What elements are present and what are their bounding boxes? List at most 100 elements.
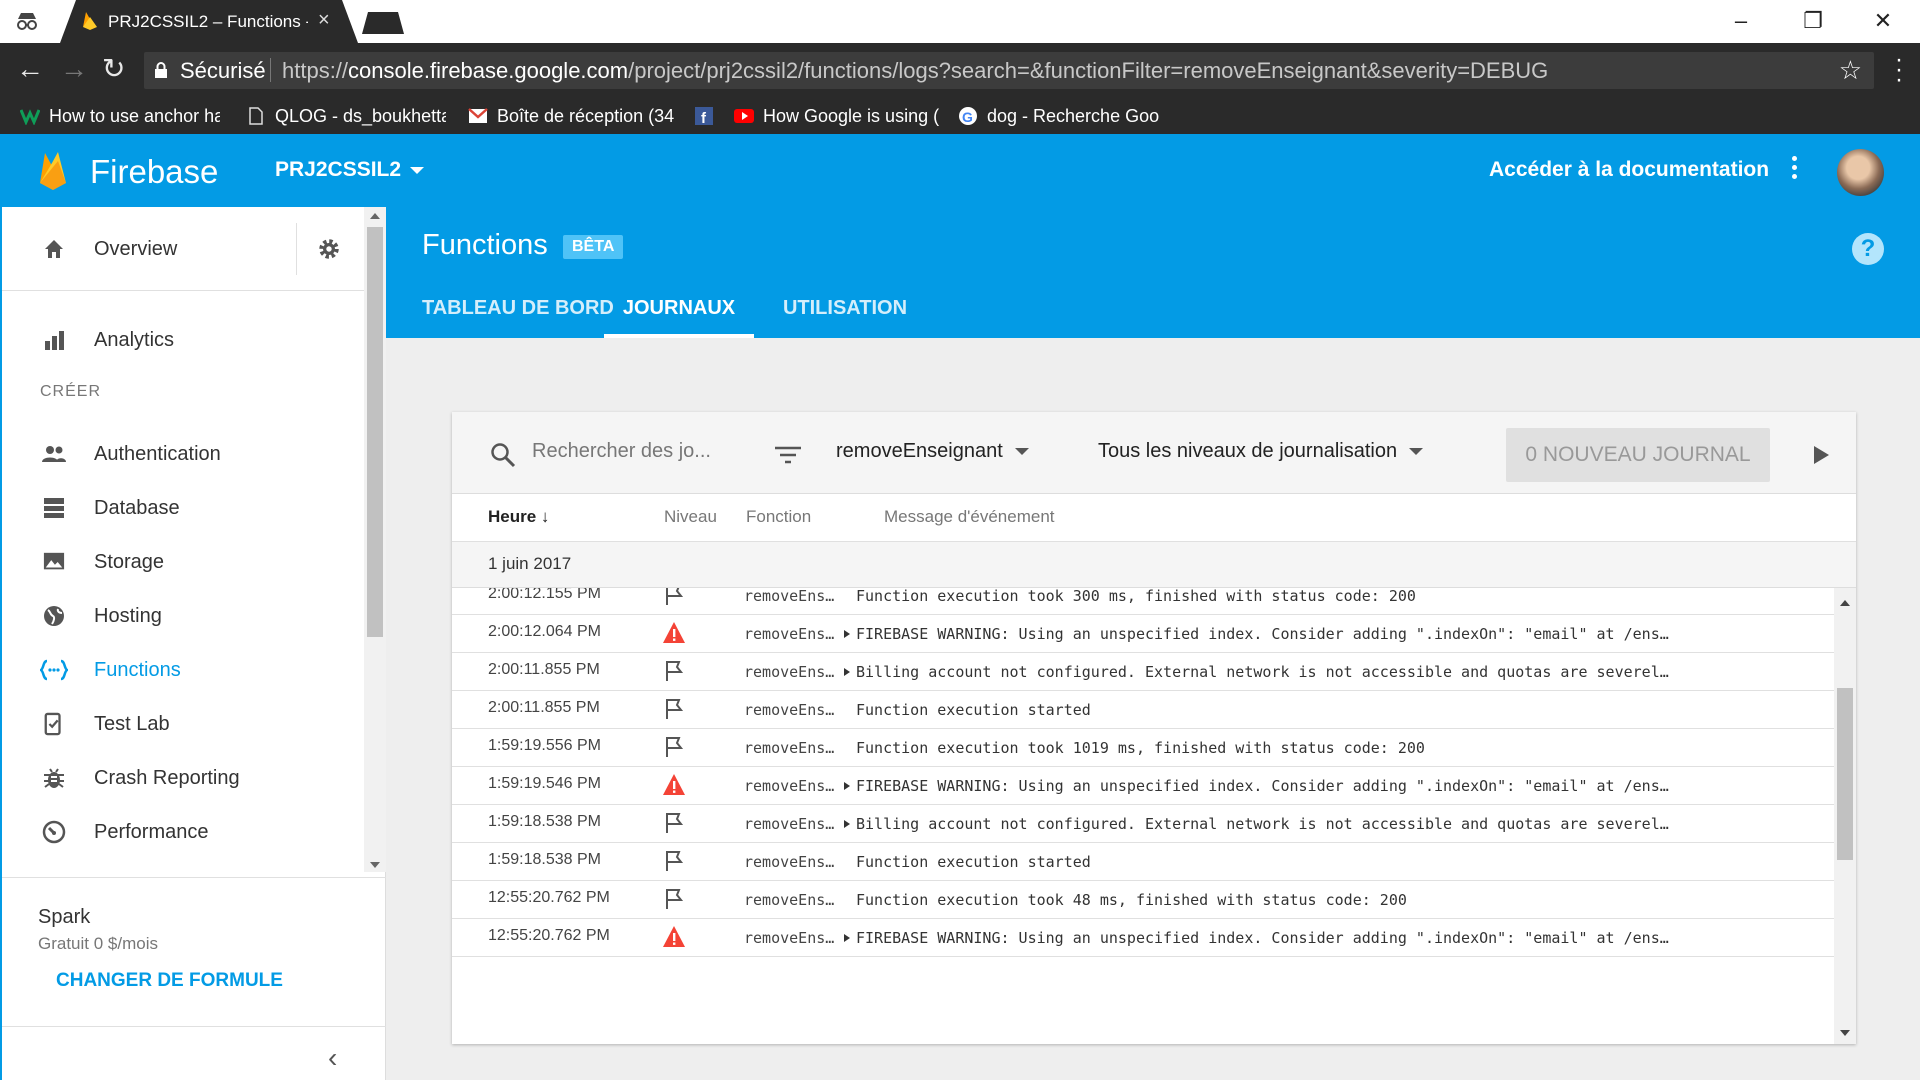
column-time[interactable]: Heure ↓: [488, 507, 549, 527]
browser-tabstrip: PRJ2CSSIL2 – Functions - × – ❐ ✕: [0, 0, 1920, 43]
log-message: FIREBASE WARNING: Using an unspecified i…: [856, 625, 1669, 643]
log-message: FIREBASE WARNING: Using an unspecified i…: [856, 777, 1669, 795]
sidebar-item-performance[interactable]: Performance: [40, 812, 209, 852]
tab-close-icon[interactable]: ×: [318, 9, 330, 32]
address-bar[interactable]: Sécurisé https://console.firebase.google…: [144, 52, 1874, 89]
bookmark-label: dog - Recherche Goo: [987, 105, 1160, 126]
sidebar-item-label: Crash Reporting: [94, 766, 240, 789]
log-row[interactable]: 2:00:12.155 PM removeEns… Function executi…: [452, 588, 1834, 615]
log-row[interactable]: 12:55:20.762 PM removeEns… FIREBASE WARNIN…: [452, 919, 1834, 957]
scroll-down-icon[interactable]: [370, 862, 380, 868]
log-message: Function execution took 1019 ms, finishe…: [856, 739, 1425, 757]
scroll-up-icon[interactable]: [1840, 600, 1850, 606]
log-row[interactable]: 2:00:12.064 PM removeEns… FIREBASE WARNING…: [452, 615, 1834, 653]
log-row[interactable]: 2:00:11.855 PM removeEns… Billing account …: [452, 653, 1834, 691]
severity-filter-select[interactable]: Tous les niveaux de journalisation: [1098, 440, 1424, 463]
bookmark-label: QLOG - ds_boukhetta: [275, 105, 446, 126]
globe-icon: [40, 602, 68, 630]
gear-icon[interactable]: [316, 236, 342, 262]
sidebar-item-crash-reporting[interactable]: Crash Reporting: [40, 758, 240, 798]
log-filter-bar: removeEnseignant Tous les niveaux de jou…: [452, 412, 1856, 494]
bookmark-item[interactable]: QLOG - ds_boukhetta: [246, 98, 446, 134]
play-icon[interactable]: [1814, 446, 1829, 464]
arrow-down-icon: ↓: [540, 507, 550, 526]
new-tab-button[interactable]: [362, 12, 404, 34]
expand-arrow-icon[interactable]: [844, 782, 850, 790]
log-time: 12:55:20.762 PM: [488, 889, 610, 906]
expand-arrow-icon[interactable]: [844, 934, 850, 942]
back-icon[interactable]: ←: [16, 55, 44, 83]
log-time: 1:59:18.538 PM: [488, 851, 601, 868]
tab-usage[interactable]: UTILISATION: [782, 297, 908, 338]
warning-icon: [662, 621, 686, 645]
new-logs-button[interactable]: 0 NOUVEAU JOURNAL: [1506, 428, 1770, 482]
scroll-up-icon[interactable]: [370, 213, 380, 219]
log-message: FIREBASE WARNING: Using an unspecified i…: [856, 929, 1669, 947]
log-message: Function execution took 48 ms, finished …: [856, 891, 1407, 909]
scroll-down-icon[interactable]: [1840, 1030, 1850, 1036]
function-filter-select[interactable]: removeEnseignant: [836, 440, 1029, 463]
sidebar-item-test-lab[interactable]: Test Lab: [40, 704, 170, 744]
log-row[interactable]: 1:59:19.546 PM removeEns… FIREBASE WARNING…: [452, 767, 1834, 805]
document-icon: [249, 107, 263, 125]
sidebar-scrollbar[interactable]: [364, 207, 386, 872]
sidebar-item-authentication[interactable]: Authentication: [40, 434, 221, 474]
url-host: console.firebase.google.com: [348, 58, 629, 83]
expand-arrow-icon[interactable]: [844, 630, 850, 638]
filter-icon[interactable]: [774, 445, 802, 465]
log-row[interactable]: 1:59:19.556 PM removeEns… Function executi…: [452, 729, 1834, 767]
more-vert-icon[interactable]: [1790, 156, 1800, 183]
test-lab-icon: [40, 710, 68, 738]
forward-icon[interactable]: →: [60, 55, 88, 83]
scrollbar-thumb[interactable]: [1837, 688, 1853, 860]
collapse-sidebar-icon[interactable]: ‹: [328, 1042, 337, 1074]
bookmark-item[interactable]: G dog - Recherche Goo: [958, 98, 1162, 134]
sidebar-item-storage[interactable]: Storage: [40, 542, 164, 582]
help-icon[interactable]: ?: [1852, 233, 1884, 265]
log-function: removeEns…: [744, 777, 835, 795]
url-text[interactable]: https://console.firebase.google.com/proj…: [282, 58, 1548, 84]
log-row[interactable]: 1:59:18.538 PM removeEns… Billing account …: [452, 805, 1834, 843]
sidebar-item-functions[interactable]: Functions: [40, 650, 181, 690]
medium-icon: [20, 109, 40, 125]
project-selector[interactable]: PRJ2CSSIL2: [275, 158, 401, 182]
firebase-brand[interactable]: Firebase: [90, 153, 218, 191]
log-search-input[interactable]: [532, 440, 722, 463]
restore-icon[interactable]: ❐: [1798, 8, 1828, 34]
tab-logs[interactable]: JOURNAUX: [604, 297, 754, 338]
browser-toolbar: ← → ↻ Sécurisé https://console.firebase.…: [0, 43, 1920, 98]
log-message: Function execution started: [856, 853, 1091, 871]
sidebar-item-hosting[interactable]: Hosting: [40, 596, 162, 636]
bookmark-item[interactable]: How to use anchor ha: [20, 98, 220, 134]
tab-dashboard[interactable]: TABLEAU DE BORD: [422, 297, 614, 338]
sidebar-item-analytics[interactable]: Analytics: [40, 320, 174, 360]
plan-name: Spark: [38, 906, 91, 928]
chevron-down-icon[interactable]: [410, 167, 424, 174]
avatar[interactable]: [1837, 149, 1884, 196]
scrollbar-thumb[interactable]: [367, 227, 383, 637]
bookmark-star-icon[interactable]: ☆: [1839, 55, 1862, 86]
log-row[interactable]: 2:00:11.855 PM removeEns… Function executi…: [452, 691, 1834, 729]
bookmark-item[interactable]: f: [694, 98, 724, 134]
bookmark-item[interactable]: Boîte de réception (34: [468, 98, 676, 134]
log-function: removeEns…: [744, 815, 835, 833]
expand-arrow-icon[interactable]: [844, 668, 850, 676]
log-table-header: Heure ↓ Niveau Fonction Message d'événem…: [452, 494, 1856, 542]
close-window-icon[interactable]: ✕: [1868, 8, 1898, 34]
log-row[interactable]: 1:59:18.538 PM removeEns… Function executi…: [452, 843, 1834, 881]
people-icon: [40, 440, 68, 468]
logs-scrollbar[interactable]: [1834, 588, 1856, 1044]
browser-tab-active[interactable]: PRJ2CSSIL2 – Functions - ×: [60, 0, 358, 43]
expand-arrow-icon[interactable]: [844, 820, 850, 828]
log-row[interactable]: 12:55:20.762 PM removeEns… Function execut…: [452, 881, 1834, 919]
docs-link[interactable]: Accéder à la documentation: [1489, 158, 1769, 182]
sidebar-item-database[interactable]: Database: [40, 488, 180, 528]
minimize-icon[interactable]: –: [1726, 8, 1756, 34]
change-plan-link[interactable]: CHANGER DE FORMULE: [56, 970, 283, 992]
reload-icon[interactable]: ↻: [102, 55, 125, 83]
sidebar-item-overview[interactable]: Overview: [40, 229, 177, 269]
sidebar-item-label: Hosting: [94, 604, 162, 627]
browser-menu-icon[interactable]: · · ·: [1893, 48, 1905, 92]
sidebar-overview-row: Overview: [2, 207, 364, 291]
bookmark-item[interactable]: How Google is using (: [734, 98, 948, 134]
